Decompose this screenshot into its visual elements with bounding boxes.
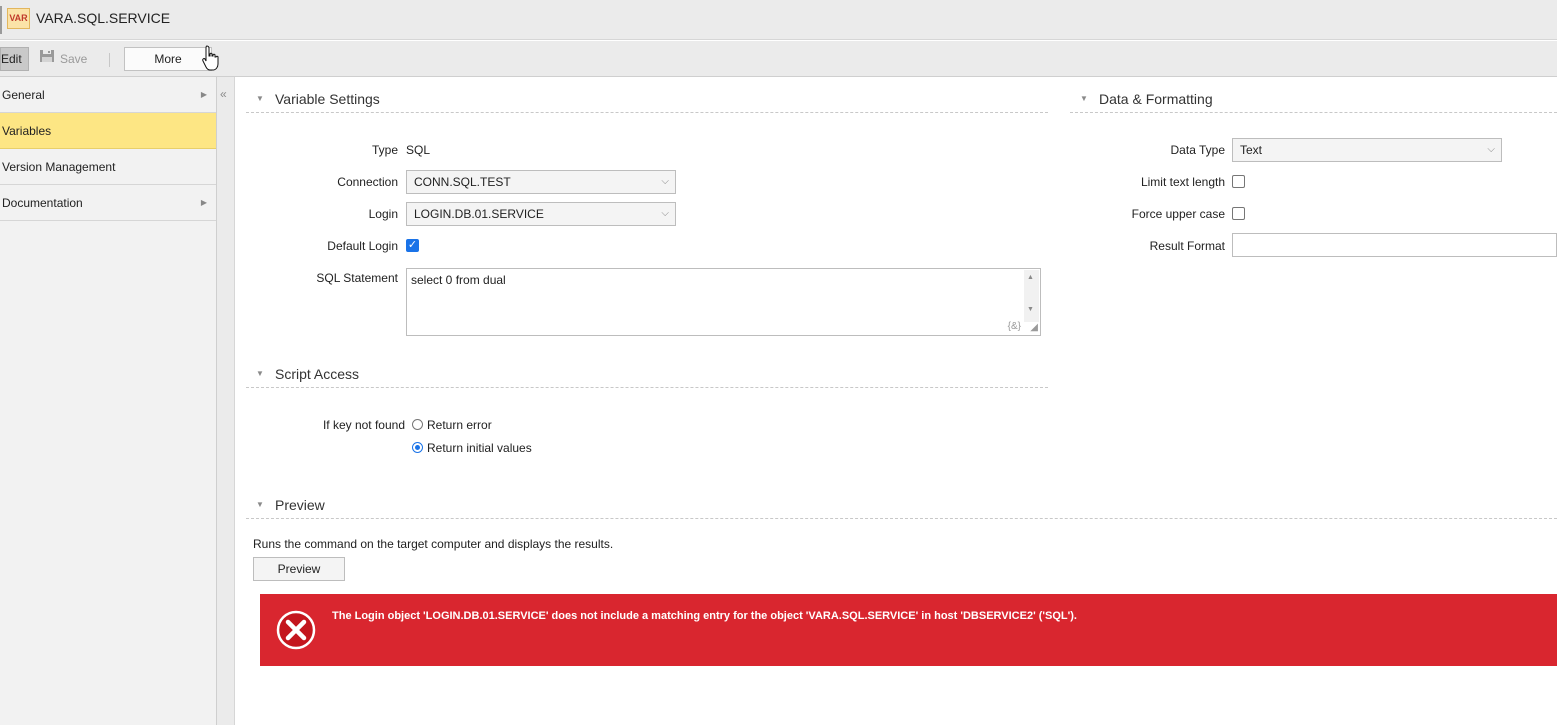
return-initial-values-label[interactable]: Return initial values xyxy=(427,441,532,455)
section-title: Script Access xyxy=(275,366,360,382)
chevron-down-icon[interactable]: ⌵ xyxy=(661,203,669,225)
sidebar: General ▶ Variables Version Management D… xyxy=(0,77,217,725)
preview-description: Runs the command on the target computer … xyxy=(253,537,614,551)
default-login-label: Default Login xyxy=(327,239,398,253)
title-bar: VAR VARA.SQL.SERVICE xyxy=(0,0,1557,40)
sidebar-item-documentation[interactable]: Documentation ▶ xyxy=(0,185,216,221)
error-message: The Login object 'LOGIN.DB.01.SERVICE' d… xyxy=(332,610,1077,622)
limit-text-length-label: Limit text length xyxy=(1140,175,1225,189)
limit-text-length-checkbox[interactable] xyxy=(1232,175,1245,188)
save-label: Save xyxy=(60,52,88,66)
error-x-icon xyxy=(276,610,316,650)
connection-select[interactable]: CONN.SQL.TEST ⌵ xyxy=(406,170,676,194)
sql-statement-textarea[interactable]: select 0 from dual ▲ ▼ {&} ◢ xyxy=(406,268,1041,336)
sidebar-item-label: Documentation xyxy=(2,196,83,210)
toolbar-separator xyxy=(109,53,110,67)
resize-grip-icon[interactable]: ◢ xyxy=(1030,322,1038,333)
scroll-up-icon[interactable]: ▲ xyxy=(1027,274,1034,281)
sidebar-item-label: Variables xyxy=(2,124,52,138)
title-left-bar xyxy=(0,6,2,34)
collapse-triangle-icon[interactable]: ▼ xyxy=(1080,94,1088,103)
data-type-value: Text xyxy=(1240,143,1263,157)
collapse-triangle-icon[interactable]: ▼ xyxy=(256,369,264,378)
data-type-select[interactable]: Text ⌵ xyxy=(1232,138,1502,162)
connection-value: CONN.SQL.TEST xyxy=(414,175,511,189)
collapse-triangle-icon[interactable]: ▼ xyxy=(256,500,264,509)
section-header-script-access[interactable]: ▼ Script Access xyxy=(246,364,1048,388)
sidebar-item-general[interactable]: General ▶ xyxy=(0,77,216,113)
result-format-label: Result Format xyxy=(1149,239,1225,253)
default-login-checkbox[interactable]: ✓ xyxy=(406,239,419,252)
section-title: Variable Settings xyxy=(275,91,380,107)
sidebar-item-label: General xyxy=(2,88,45,102)
return-error-label[interactable]: Return error xyxy=(427,418,492,432)
hand-cursor-icon xyxy=(202,45,220,74)
chevron-right-icon: ▶ xyxy=(200,90,207,99)
if-key-not-found-label: If key not found xyxy=(322,418,405,432)
floppy-disk-icon xyxy=(39,47,55,71)
type-value: SQL xyxy=(406,143,431,157)
sidebar-item-version-management[interactable]: Version Management xyxy=(0,149,216,185)
sql-statement-value: select 0 from dual xyxy=(411,273,506,287)
sidebar-collapse-strip[interactable]: « xyxy=(217,77,235,725)
sidebar-item-variables[interactable]: Variables xyxy=(0,113,216,149)
section-header-preview[interactable]: ▼ Preview xyxy=(246,495,1557,519)
return-initial-values-radio[interactable] xyxy=(412,442,423,453)
variable-object-icon: VAR xyxy=(7,8,30,29)
collapse-triangle-icon[interactable]: ▼ xyxy=(256,94,264,103)
scroll-down-icon[interactable]: ▼ xyxy=(1027,306,1034,313)
force-upper-case-checkbox[interactable] xyxy=(1232,207,1245,220)
return-error-radio[interactable] xyxy=(412,419,423,430)
edit-button[interactable]: Edit xyxy=(0,47,29,71)
connection-label: Connection xyxy=(337,175,398,189)
error-banner: The Login object 'LOGIN.DB.01.SERVICE' d… xyxy=(260,594,1557,666)
type-label: Type xyxy=(371,143,398,157)
preview-button[interactable]: Preview xyxy=(253,557,345,581)
login-label: Login xyxy=(368,207,398,221)
section-title: Preview xyxy=(275,497,325,513)
login-value: LOGIN.DB.01.SERVICE xyxy=(414,207,544,221)
toolbar: Edit Save More xyxy=(0,41,1557,77)
sidebar-item-label: Version Management xyxy=(2,160,116,174)
save-button[interactable]: Save xyxy=(39,47,87,71)
data-type-label: Data Type xyxy=(1170,143,1225,157)
result-format-input[interactable] xyxy=(1232,233,1557,257)
double-chevron-left-icon[interactable]: « xyxy=(220,87,227,101)
section-header-data-formatting[interactable]: ▼ Data & Formatting xyxy=(1070,89,1557,113)
textarea-scrollbar[interactable]: ▲ ▼ xyxy=(1024,270,1039,322)
login-select[interactable]: LOGIN.DB.01.SERVICE ⌵ xyxy=(406,202,676,226)
insert-variable-icon[interactable]: {&} xyxy=(1008,321,1021,332)
chevron-down-icon[interactable]: ⌵ xyxy=(1487,139,1495,161)
chevron-right-icon: ▶ xyxy=(200,198,207,207)
more-button[interactable]: More xyxy=(124,47,212,71)
section-header-variable-settings[interactable]: ▼ Variable Settings xyxy=(246,89,1048,113)
object-title: VARA.SQL.SERVICE xyxy=(36,10,171,26)
force-upper-case-label: Force upper case xyxy=(1131,207,1225,221)
chevron-down-icon[interactable]: ⌵ xyxy=(661,171,669,193)
section-title: Data & Formatting xyxy=(1099,91,1213,107)
sql-statement-label: SQL Statement xyxy=(316,271,398,285)
